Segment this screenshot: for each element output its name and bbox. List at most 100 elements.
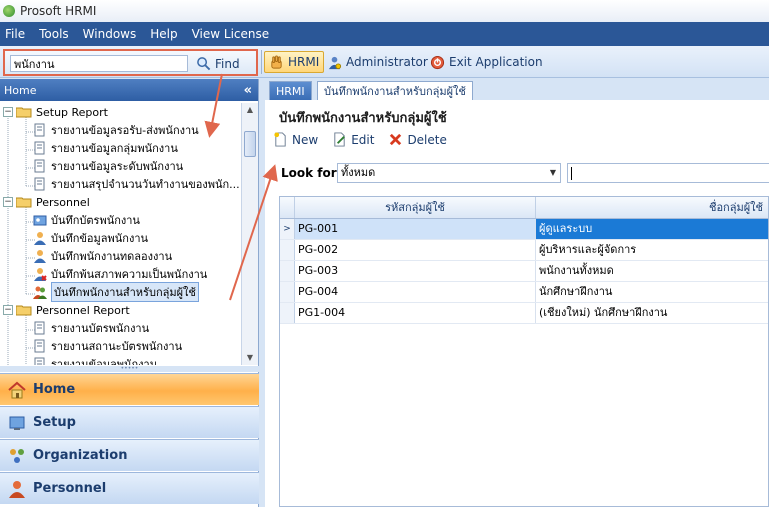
tab-hrmi[interactable]: HRMI: [269, 81, 312, 100]
nav-organization-label: Organization: [33, 448, 128, 463]
window-title: Prosoft HRMI: [20, 4, 97, 18]
delete-button[interactable]: Delete: [388, 132, 447, 147]
exit-application-button[interactable]: Exit Application: [426, 51, 547, 73]
menu-tools[interactable]: Tools: [32, 22, 76, 46]
tree-node-setup-report[interactable]: − Setup Report: [0, 103, 241, 121]
table-row[interactable]: PG-003 พนักงานทั้งหมด: [280, 261, 768, 282]
tree-node-personnel-report[interactable]: − Personnel Report: [0, 301, 241, 319]
user-icon: [34, 250, 46, 263]
cell-name[interactable]: พนักงานทั้งหมด: [536, 261, 768, 281]
tree-leaf-label: บันทึกพนักงานสำหรับกลุ่มผู้ใช้: [51, 282, 199, 302]
panel-splitter[interactable]: •••••: [0, 366, 259, 372]
hrmi-button[interactable]: HRMI: [264, 51, 325, 73]
row-pointer-icon: >: [280, 219, 295, 239]
user-group-grid: รหัสกลุ่มผู้ใช้ ชื่อกลุ่มผู้ใช้ > PG-001…: [279, 196, 769, 507]
nav-organization-button[interactable]: Organization: [0, 439, 259, 471]
user-remove-icon: [34, 268, 47, 281]
magnifier-icon: [197, 57, 211, 71]
nav-home-label: Home: [33, 382, 76, 397]
menu-windows[interactable]: Windows: [76, 22, 144, 46]
tree-scrollbar[interactable]: ▲ ▼: [241, 103, 258, 365]
folder-open-icon: [16, 305, 32, 316]
report-icon: [34, 357, 45, 365]
menu-file[interactable]: File: [0, 22, 32, 46]
setup-icon: [9, 416, 25, 430]
report-icon: [34, 141, 45, 155]
cell-code[interactable]: PG-001: [295, 219, 536, 239]
tree-leaf[interactable]: รายงานสถานะบัตรพนักงาน: [0, 337, 241, 355]
table-row[interactable]: > PG-001 ผู้ดูแลระบบ: [280, 219, 768, 240]
search-input[interactable]: [10, 55, 188, 72]
new-document-icon: [274, 132, 286, 147]
tree-leaf[interactable]: บันทึกข้อมูลพนักงาน: [0, 229, 241, 247]
collapse-node-icon[interactable]: −: [3, 197, 13, 207]
exit-label: Exit Application: [449, 55, 543, 69]
cell-name[interactable]: ผู้ดูแลระบบ: [536, 219, 768, 239]
edit-button[interactable]: Edit: [332, 132, 374, 147]
search-panel: Find: [3, 49, 258, 76]
collapse-panel-icon[interactable]: «: [244, 83, 252, 98]
administrator-button[interactable]: Administrator: [323, 51, 432, 73]
tree-leaf[interactable]: บันทึกพ้นสภาพความเป็นพนักงาน: [0, 265, 241, 283]
collapse-node-icon[interactable]: −: [3, 107, 13, 117]
collapse-node-icon[interactable]: −: [3, 305, 13, 315]
column-header-code[interactable]: รหัสกลุ่มผู้ใช้: [295, 197, 536, 218]
tree-leaf-selected[interactable]: บันทึกพนักงานสำหรับกลุ่มผู้ใช้: [0, 282, 241, 302]
tree-leaf[interactable]: รายงานข้อมูลระดับพนักงาน: [0, 157, 241, 175]
scroll-down-arrow[interactable]: ▼: [242, 351, 258, 365]
tree-leaf[interactable]: รายงานบัตรพนักงาน: [0, 319, 241, 337]
cell-code[interactable]: PG1-004: [295, 303, 536, 323]
edit-pencil-icon: [334, 132, 346, 147]
tree-node-personnel[interactable]: − Personnel: [0, 193, 241, 211]
find-button[interactable]: Find: [196, 53, 240, 74]
admin-user-icon: [328, 56, 342, 69]
tree-leaf-label: รายงานข้อมูลกลุ่มพนักงาน: [51, 142, 178, 155]
title-bar: Prosoft HRMI: [0, 0, 769, 22]
tree-leaf[interactable]: รายงานสรุปจำนวนวันทำงานของพนัก...: [0, 175, 241, 193]
report-icon: [34, 321, 45, 335]
table-row[interactable]: PG-004 นักศึกษาฝึกงาน: [280, 282, 768, 303]
row-indicator: [280, 261, 295, 281]
tree-leaf-label: บันทึกบัตรพนักงาน: [51, 214, 140, 227]
look-for-input[interactable]: [567, 163, 769, 183]
cell-name[interactable]: ผู้บริหารและผู้จัดการ: [536, 240, 768, 260]
menu-help[interactable]: Help: [143, 22, 184, 46]
cell-code[interactable]: PG-004: [295, 282, 536, 302]
grid-header: รหัสกลุ่มผู้ใช้ ชื่อกลุ่มผู้ใช้: [280, 197, 768, 219]
nav-personnel-button[interactable]: Personnel: [0, 472, 259, 504]
edit-label: Edit: [351, 132, 375, 147]
table-row[interactable]: PG-002 ผู้บริหารและผู้จัดการ: [280, 240, 768, 261]
nav-setup-label: Setup: [33, 415, 76, 430]
tree-leaf[interactable]: บันทึกบัตรพนักงาน: [0, 211, 241, 229]
row-indicator: [280, 282, 295, 302]
home-icon: [8, 381, 26, 398]
nav-setup-button[interactable]: Setup: [0, 406, 259, 438]
tree-leaf[interactable]: รายงานข้อมูลรอรับ-ส่งพนักงาน: [0, 121, 241, 139]
folder-open-icon: [16, 107, 32, 118]
tree-leaf[interactable]: บันทึกพนักงานทดลองงาน: [0, 247, 241, 265]
tree-node-label: Personnel Report: [36, 303, 130, 317]
cell-code[interactable]: PG-003: [295, 261, 536, 281]
scroll-thumb[interactable]: [244, 131, 256, 157]
nav-home-button[interactable]: Home: [0, 373, 259, 405]
menu-bar: File Tools Windows Help View License: [0, 22, 769, 46]
report-icon: [34, 177, 45, 191]
look-for-dropdown[interactable]: ทั้งหมด ▼: [337, 163, 561, 183]
table-row[interactable]: PG1-004 (เชียงใหม่) นักศึกษาฝึกงาน: [280, 303, 768, 324]
cell-name[interactable]: นักศึกษาฝึกงาน: [536, 282, 768, 302]
app-logo-icon: [3, 5, 15, 17]
tree-leaf-label: รายงานบัตรพนักงาน: [51, 322, 150, 335]
tree-leaf[interactable]: รายงานข้อมูลกลุ่มพนักงาน: [0, 139, 241, 157]
hand-icon: [271, 54, 282, 69]
menu-tree: − Setup Report รายงานข้อมูลรอรับ-ส่งพนัก…: [0, 103, 241, 365]
scroll-up-arrow[interactable]: ▲: [242, 103, 258, 117]
tree-leaf[interactable]: รายงานข้อมูลพนักงาน: [0, 355, 241, 365]
menu-view-license[interactable]: View License: [185, 22, 277, 46]
tree-node-label: Personnel: [36, 195, 90, 209]
tab-employee-user-group[interactable]: บันทึกพนักงานสำหรับกลุ่มผู้ใช้: [317, 81, 473, 100]
column-header-name[interactable]: ชื่อกลุ่มผู้ใช้: [536, 197, 768, 218]
chevron-down-icon[interactable]: ▼: [550, 164, 556, 182]
cell-code[interactable]: PG-002: [295, 240, 536, 260]
new-button[interactable]: New: [273, 132, 318, 147]
cell-name[interactable]: (เชียงใหม่) นักศึกษาฝึกงาน: [536, 303, 768, 323]
